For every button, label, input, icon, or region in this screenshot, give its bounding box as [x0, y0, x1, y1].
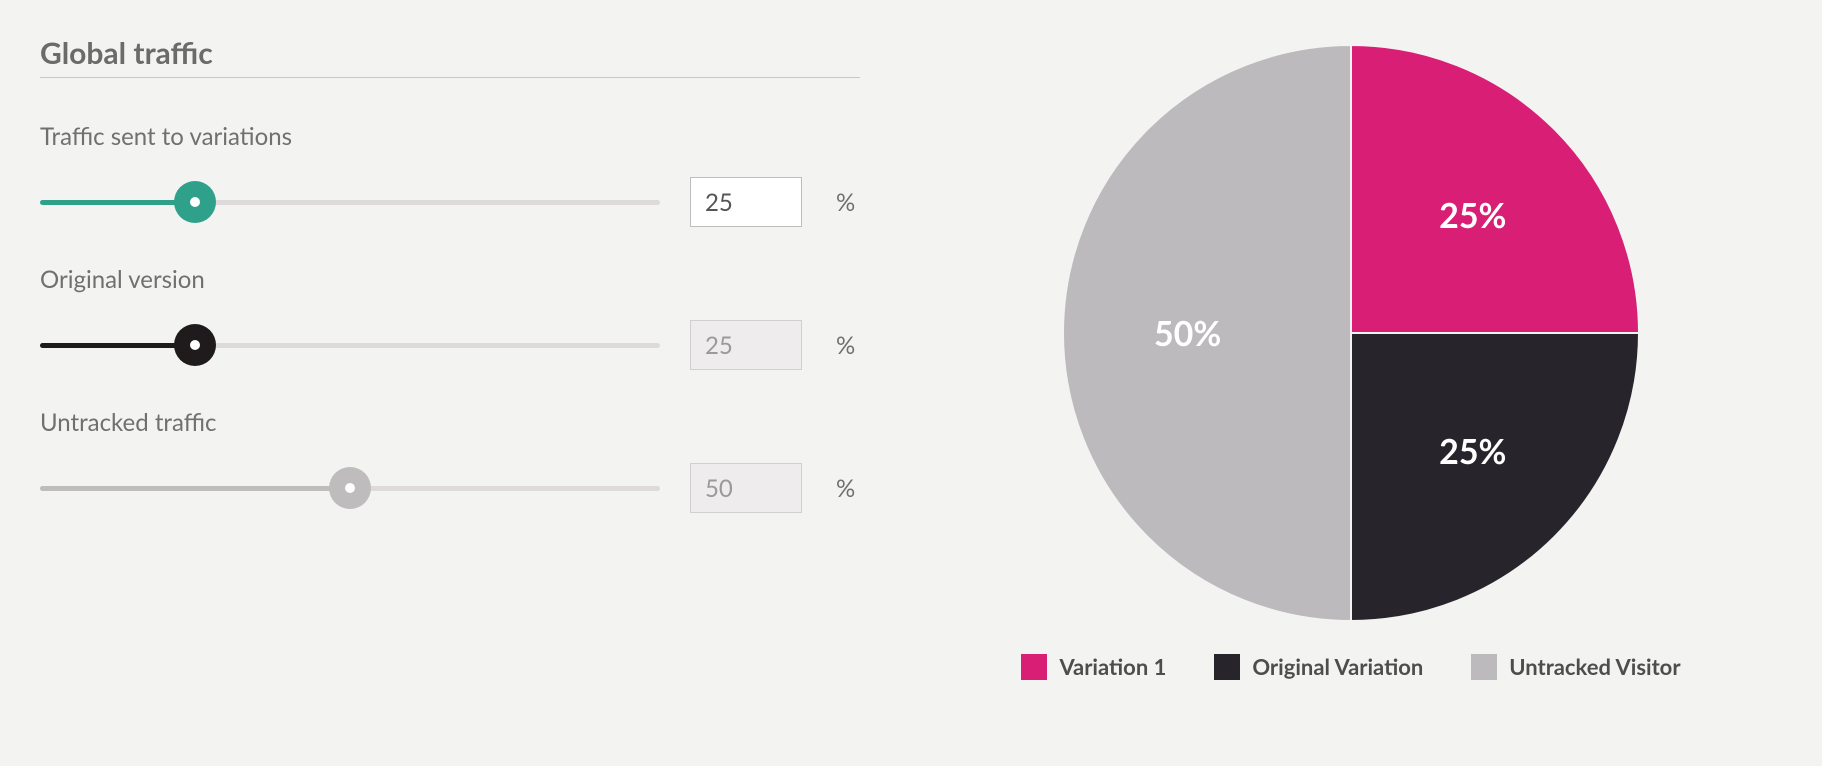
untracked-slider[interactable] [40, 466, 660, 510]
legend-label: Untracked Visitor [1509, 653, 1680, 680]
variations-value-input[interactable] [690, 177, 802, 227]
slider-label: Traffic sent to variations [40, 122, 860, 151]
original-slider[interactable] [40, 323, 660, 367]
slider-group-variations: Traffic sent to variations % [40, 122, 860, 227]
legend-label: Original Variation [1252, 653, 1423, 680]
slider-label: Original version [40, 265, 860, 294]
legend-swatch [1021, 654, 1047, 680]
unit-label: % [836, 331, 855, 360]
slider-group-untracked: Untracked traffic % [40, 408, 860, 513]
chart-panel: 25% 25% 50% Variation 1 Original Variation U… [920, 35, 1782, 731]
legend-label: Variation 1 [1059, 653, 1166, 680]
slider-thumb[interactable] [329, 467, 371, 509]
chart-legend: Variation 1 Original Variation Untracked V… [1021, 653, 1680, 680]
section-title: Global traffic [40, 35, 860, 78]
slider-thumb[interactable] [174, 181, 216, 223]
unit-label: % [836, 474, 855, 503]
traffic-controls-panel: Global traffic Traffic sent to variation… [40, 35, 860, 731]
legend-swatch [1471, 654, 1497, 680]
variations-slider[interactable] [40, 180, 660, 224]
legend-swatch [1214, 654, 1240, 680]
pie-svg [1061, 43, 1641, 623]
legend-item: Untracked Visitor [1471, 653, 1680, 680]
pie-slice-label: 50% [1154, 313, 1221, 354]
slider-thumb[interactable] [174, 324, 216, 366]
legend-item: Variation 1 [1021, 653, 1166, 680]
original-value-input [690, 320, 802, 370]
pie-slice-label: 25% [1439, 195, 1506, 236]
pie-slice-label: 25% [1439, 431, 1506, 472]
unit-label: % [836, 188, 855, 217]
legend-item: Original Variation [1214, 653, 1423, 680]
slider-label: Untracked traffic [40, 408, 860, 437]
untracked-value-input [690, 463, 802, 513]
traffic-pie-chart: 25% 25% 50% [1061, 43, 1641, 623]
slider-group-original: Original version % [40, 265, 860, 370]
